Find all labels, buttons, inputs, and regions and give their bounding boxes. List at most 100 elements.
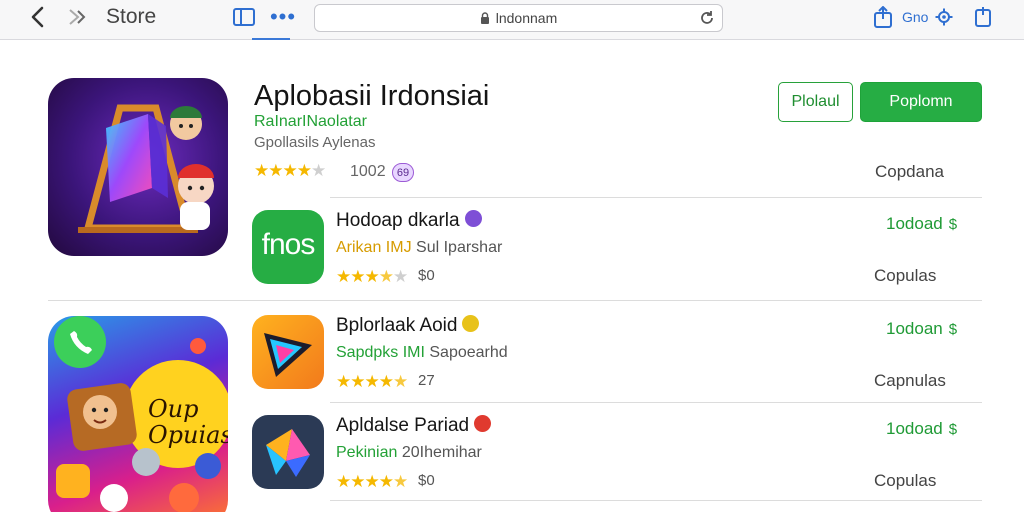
app-badge-icon: [474, 415, 492, 432]
star-icon: ★: [311, 161, 326, 180]
gear-icon: [935, 8, 953, 26]
app-title: Apldalse Pariad: [336, 415, 492, 437]
profile-button[interactable]: Gno: [902, 0, 928, 34]
promo-text: Oup Opuias: [148, 395, 228, 449]
app-side-label: Copulas: [874, 266, 937, 285]
app-category: Sul Iparshar: [411, 239, 503, 256]
tent-illustration: [78, 104, 214, 233]
promo-artwork[interactable]: Oup Opuias: [48, 316, 228, 512]
list-item[interactable]: Bplorlaak Aoid Sapdpks IMI Sapoearhd ★★★…: [252, 315, 982, 405]
app-badge-icon: [464, 210, 482, 227]
hero-side-label: Copdana: [875, 162, 945, 181]
hero-rating-count: 1002: [350, 163, 386, 180]
star-icon: ★: [378, 267, 394, 286]
app-price: $0: [418, 267, 435, 284]
app-icon-text: fnos: [261, 228, 316, 261]
hero-app-artwork[interactable]: [48, 78, 228, 256]
hero-app-title[interactable]: Aplobasii Irdonsiai: [254, 80, 489, 113]
tabs-button[interactable]: [972, 0, 994, 34]
star-icon: ★: [254, 161, 269, 180]
app-side-label: Copulas: [874, 471, 937, 490]
app-subtitle: Pekinian 20Ihemihar: [336, 444, 482, 462]
app-side-label: Capnulas: [874, 371, 946, 390]
star-icon: ★: [336, 472, 351, 491]
chevron-right-icon: [69, 9, 86, 25]
divider: [48, 300, 982, 301]
divider: [330, 197, 982, 198]
reload-icon[interactable]: [698, 9, 716, 27]
star-icon: ★: [282, 161, 298, 180]
address-bar[interactable]: lndonnam: [314, 4, 723, 32]
app-title-text: Bplorlaak Aoid: [336, 315, 458, 336]
app-title: Hodoap dkarla: [336, 210, 482, 232]
hero-secondary-button[interactable]: Plolaul: [778, 82, 853, 122]
app-icon: [252, 415, 324, 489]
app-developer: Sapdpks IMI: [336, 344, 425, 361]
url-text: lndonnam: [495, 10, 558, 26]
app-price: 27: [418, 372, 435, 389]
star-icon: ★: [336, 372, 351, 391]
sidebar-button[interactable]: [232, 0, 256, 34]
star-icon: ★: [364, 267, 380, 286]
app-developer: Arikan IMJ: [336, 239, 412, 256]
app-icon: fnos: [252, 210, 324, 284]
app-category: 20Ihemihar: [397, 444, 482, 461]
app-rating-stars: ★★★★★: [336, 472, 408, 492]
browser-toolbar: Store ••• lndonnam Gno: [0, 0, 1024, 40]
app-title-text: Apldalse Pariad: [336, 415, 470, 436]
app-developer: Pekinian: [336, 444, 398, 461]
download-icon: $: [948, 216, 958, 233]
forward-button[interactable]: [66, 0, 88, 34]
tabs-icon: [975, 7, 991, 27]
star-icon: ★: [350, 267, 365, 286]
app-badge-icon: [462, 315, 480, 332]
app-rating-stars: ★★★★★: [336, 267, 408, 287]
list-item[interactable]: Apldalse Pariad Pekinian 20Ihemihar ★★★★…: [252, 415, 982, 505]
app-subtitle: Sapdpks IMI Sapoearhd: [336, 344, 508, 362]
app-category: Sapoearhd: [424, 344, 508, 361]
star-icon: ★: [350, 472, 365, 491]
app-icon: [252, 315, 324, 389]
app-price: $0: [418, 472, 435, 489]
app-subtitle: Arikan IMJ Sul Iparshar: [336, 239, 502, 257]
download-icon: $: [948, 421, 958, 438]
chevron-left-icon: [31, 6, 44, 28]
hero-get-button[interactable]: Poplomn: [860, 82, 982, 122]
app-download-label: 1odoan: [886, 319, 943, 338]
star-icon: ★: [378, 472, 394, 491]
star-icon: ★: [268, 161, 283, 180]
back-button[interactable]: [26, 0, 48, 34]
active-tab-indicator: [252, 38, 290, 40]
app-download-button[interactable]: 1odoad $: [886, 419, 957, 439]
star-icon: ★: [364, 372, 380, 391]
app-rating-stars: ★★★★★: [336, 372, 408, 392]
hero-rating-stars: ★★★★★: [254, 161, 326, 181]
settings-button[interactable]: [934, 0, 954, 34]
star-icon: ★: [393, 267, 408, 286]
list-item[interactable]: fnos Hodoap dkarla Arikan IMJ Sul Iparsh…: [252, 210, 982, 300]
hero-app-category: Gpollasils Aylenas: [254, 134, 376, 151]
app-download-button[interactable]: 1odoad $: [886, 214, 957, 234]
app-download-button[interactable]: 1odoan $: [886, 319, 957, 339]
share-icon: [874, 6, 892, 28]
store-title: Store: [106, 5, 157, 28]
star-icon: ★: [336, 267, 351, 286]
share-button[interactable]: [872, 0, 894, 34]
more-button[interactable]: •••: [270, 0, 296, 34]
star-icon: ★: [296, 161, 312, 180]
app-download-label: 1odoad: [886, 214, 943, 233]
fold-arrow-icon: [266, 429, 310, 477]
hero-app-developer[interactable]: RaInarINaolatar: [254, 113, 367, 131]
download-icon: $: [948, 321, 958, 338]
more-icon: •••: [269, 4, 297, 29]
star-icon: ★: [350, 372, 365, 391]
app-title: Bplorlaak Aoid: [336, 315, 480, 337]
hero-age-badge: 69: [392, 163, 414, 182]
app-download-label: 1odoad: [886, 419, 943, 438]
star-icon: ★: [393, 472, 408, 491]
star-icon: ★: [393, 372, 408, 391]
sidebar-icon: [233, 8, 255, 26]
play-arrow-icon: [264, 333, 312, 377]
app-title-text: Hodoap dkarla: [336, 210, 460, 231]
star-icon: ★: [378, 372, 394, 391]
